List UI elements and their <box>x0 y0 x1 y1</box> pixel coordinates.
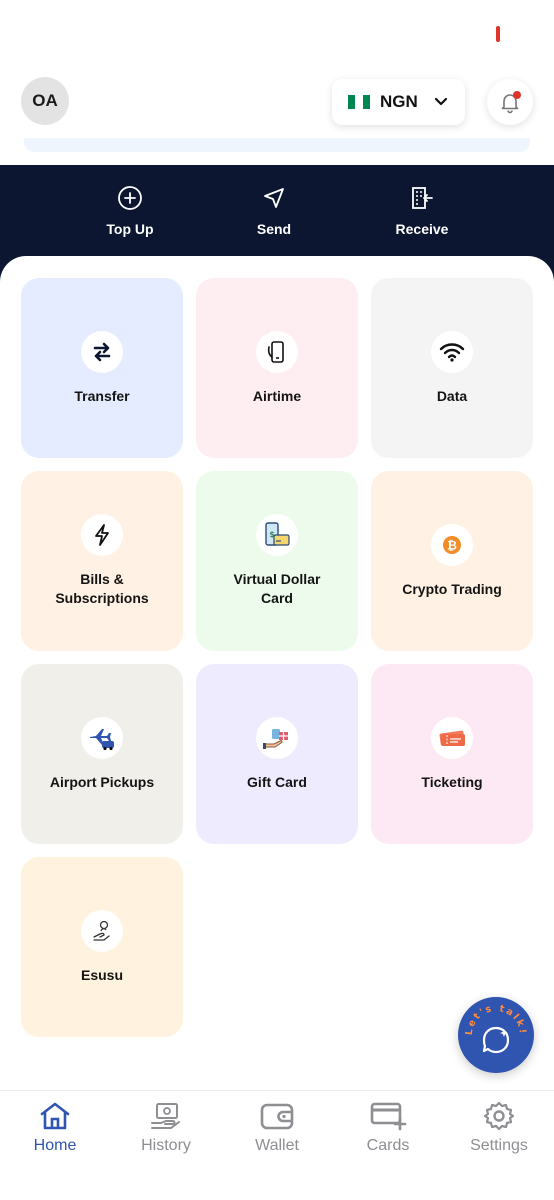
service-label: Data <box>436 387 468 404</box>
service-label: Virtual Dollar Card <box>233 571 321 606</box>
lightning-icon <box>81 514 123 556</box>
hand-coin-icon <box>81 909 123 952</box>
status-indicator <box>496 26 500 42</box>
service-ticketing[interactable]: Ticketing <box>371 664 533 844</box>
svg-text:Let's talk!: Let's talk! <box>464 1003 528 1036</box>
service-airtime[interactable]: Airtime <box>196 278 358 458</box>
gift-card-icon <box>256 716 298 759</box>
chat-label: Let's talk! <box>464 1003 526 1036</box>
balance-card-edge <box>24 138 530 152</box>
nav-wallet[interactable]: Wallet <box>227 1101 327 1155</box>
notification-button[interactable] <box>487 79 533 125</box>
nav-label: Settings <box>470 1137 528 1154</box>
home-icon <box>40 1102 70 1130</box>
history-icon <box>151 1103 180 1129</box>
currency-code: NGN <box>380 92 418 111</box>
service-label: Airport Pickups <box>49 773 155 790</box>
service-label: Airtime <box>252 387 302 404</box>
nav-label: Cards <box>366 1137 410 1154</box>
wallet-icon <box>260 1103 294 1130</box>
gear-icon <box>483 1101 515 1131</box>
nav-label: Wallet <box>255 1137 299 1154</box>
currency-selector[interactable]: NGN <box>332 79 465 125</box>
service-label: Esusu <box>80 966 123 983</box>
send-button[interactable]: Send <box>219 185 329 237</box>
service-virtual-dollar-card[interactable]: $ Virtual Dollar Card <box>196 471 358 651</box>
service-label: Crypto Trading <box>402 580 502 597</box>
service-data[interactable]: Data <box>371 278 533 458</box>
plus-circle-icon <box>118 186 142 210</box>
send-label: Send <box>256 221 292 237</box>
service-label: Ticketing <box>421 773 483 790</box>
service-transfer[interactable]: Transfer <box>21 278 183 458</box>
cards-icon <box>370 1102 407 1131</box>
nav-label: Home <box>33 1137 77 1154</box>
notification-badge <box>513 91 521 99</box>
chat-support-button[interactable]: Let's talk! <box>458 997 534 1073</box>
transfer-arrows-icon <box>81 330 123 373</box>
service-bills-subscriptions[interactable]: Bills & Subscriptions <box>21 471 183 651</box>
service-label: Gift Card <box>247 773 307 790</box>
plane-car-icon <box>81 716 123 759</box>
phone-card-icon: $ <box>256 514 298 556</box>
bitcoin-icon: ₿ <box>431 523 473 566</box>
nav-label: History <box>141 1137 191 1154</box>
services-sheet: Transfer Airtime Data Bills & Subscripti… <box>0 256 554 1090</box>
receive-icon <box>412 187 433 209</box>
nav-history[interactable]: History <box>116 1101 216 1155</box>
ticket-icon <box>431 716 473 759</box>
service-gift-card[interactable]: Gift Card <box>196 664 358 844</box>
service-esusu[interactable]: Esusu <box>21 857 183 1037</box>
service-crypto-trading[interactable]: ₿ Crypto Trading <box>371 471 533 651</box>
service-label: Bills & Subscriptions <box>55 571 149 606</box>
service-airport-pickups[interactable]: Airport Pickups <box>21 664 183 844</box>
nigeria-flag-icon <box>348 95 370 109</box>
nav-cards[interactable]: Cards <box>338 1101 438 1155</box>
top-up-label: Top Up <box>106 221 154 237</box>
bottom-navigation: Home History Wallet Cards Settings <box>0 1090 554 1200</box>
phone-call-icon <box>256 330 298 373</box>
receive-label: Receive <box>395 221 449 237</box>
wifi-icon <box>431 330 473 373</box>
nav-settings[interactable]: Settings <box>449 1101 549 1155</box>
send-arrow-icon <box>264 188 284 208</box>
svg-text:₿: ₿ <box>447 538 457 552</box>
chevron-down-icon <box>434 97 447 106</box>
service-label: Transfer <box>74 387 130 404</box>
top-up-button[interactable]: Top Up <box>75 185 185 237</box>
receive-button[interactable]: Receive <box>367 185 477 237</box>
nav-home[interactable]: Home <box>5 1101 105 1155</box>
avatar[interactable]: OA <box>21 77 69 125</box>
chat-fab-text: Let's talk! <box>464 1003 528 1036</box>
